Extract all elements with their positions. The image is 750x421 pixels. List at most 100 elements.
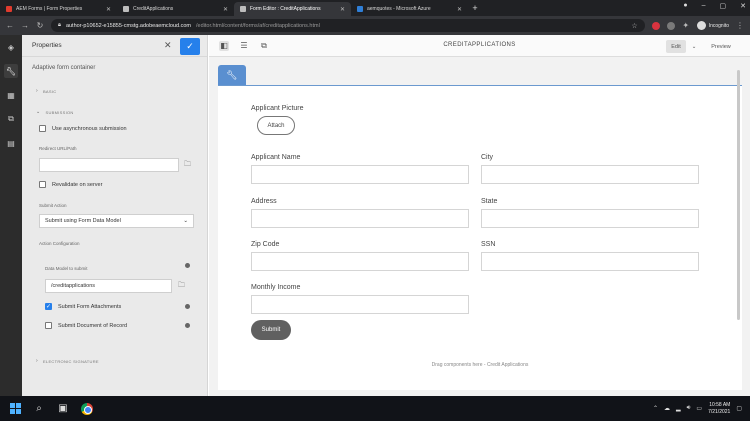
checkbox-label: Submit Document of Record (58, 322, 128, 329)
selected-value: Submit using Form Data Model (45, 218, 121, 224)
back-arrow-icon[interactable]: ← (6, 21, 14, 30)
section-electronic-signature[interactable]: › ELECTRONIC SIGNATURE (36, 358, 99, 364)
state-input[interactable] (481, 209, 699, 228)
revalidate-checkbox[interactable]: Revalidate on server (39, 181, 102, 188)
info-icon[interactable] (185, 323, 190, 328)
address-input[interactable] (251, 209, 469, 228)
applicant-picture-label: Applicant Picture (251, 105, 304, 112)
checkbox-label: Use asynchronous submission (52, 125, 127, 132)
submit-action-select[interactable]: Submit using Form Data Model ⌄ (39, 214, 194, 228)
checkbox-box[interactable] (45, 322, 52, 329)
browser-tab[interactable]: AEM Forms | Form Properties ✕ (0, 2, 117, 16)
browser-tab-active[interactable]: Form Editor : CreditApplications ✕ (234, 2, 351, 16)
new-tab-button[interactable]: + (468, 2, 482, 16)
volume-icon[interactable]: 🔊︎ (687, 405, 691, 412)
browser-tab-title: AEM Forms | Form Properties (16, 6, 83, 12)
browser-tab[interactable]: aemquotes - Microsoft Azure ✕ (351, 2, 468, 16)
ssn-label: SSN (481, 241, 496, 248)
checkmark-icon: ✓ (186, 41, 194, 51)
maximize-icon[interactable]: ▢ (720, 2, 727, 10)
minimize-icon[interactable]: – (702, 2, 706, 10)
browser-tab[interactable]: CreditApplications ✕ (117, 2, 234, 16)
components-icon[interactable]: ▤ (4, 136, 18, 150)
tab-search-icon[interactable]: ● (683, 2, 687, 10)
redirect-url-input[interactable] (39, 158, 179, 172)
folder-icon[interactable]: 🗀︎ (178, 281, 185, 292)
component-name: Adaptive form container (32, 65, 96, 71)
done-checkmark-button[interactable]: ✓ (180, 38, 200, 55)
submit-attachments-checkbox[interactable]: ✓ Submit Form Attachments (45, 303, 121, 310)
submit-button[interactable]: Submit (251, 320, 291, 340)
applicant-name-input[interactable] (251, 165, 469, 184)
system-clock[interactable]: 10:58 AM 7/21/2021 (708, 402, 730, 416)
clock-time: 10:58 AM (709, 401, 731, 408)
address-bar[interactable]: 🔒︎ author-p10652-e15855-cmstg.adobeaemcl… (51, 19, 645, 32)
editor-scrollbar[interactable] (737, 70, 740, 320)
forward-arrow-icon[interactable]: → (21, 21, 29, 30)
city-input[interactable] (481, 165, 699, 184)
page-info-icon[interactable]: ☰ (239, 41, 249, 51)
city-label: City (481, 154, 494, 161)
network-icon[interactable]: ▂ (676, 405, 681, 412)
azure-favicon-icon (357, 6, 363, 12)
chrome-taskbar-icon[interactable] (80, 402, 94, 416)
section-submission[interactable]: ⌄ SUBMISSION (36, 109, 74, 115)
close-tab-icon[interactable]: ✕ (106, 6, 111, 13)
search-icon[interactable]: ⌕ (32, 402, 46, 416)
notifications-icon[interactable]: ▢ (736, 405, 742, 412)
mode-dropdown-icon[interactable]: ⌄ (689, 40, 699, 53)
battery-icon[interactable]: ▭ (696, 405, 702, 412)
section-basic[interactable]: › BASIC (36, 88, 56, 94)
assets-icon[interactable]: ⧉ (4, 112, 18, 126)
checkbox-box[interactable] (39, 181, 46, 188)
chevron-right-icon: › (36, 358, 38, 364)
layers-icon[interactable]: ◈ (4, 40, 18, 54)
monthly-income-label: Monthly Income (251, 284, 301, 291)
close-icon[interactable]: ✕ (164, 40, 172, 51)
side-rail: ◈ 🔧︎ ▦ ⧉ ▤ (0, 35, 22, 396)
side-panel-toggle-icon[interactable]: ◧ (219, 40, 229, 51)
browser-toolbar: ← → ↻ 🔒︎ author-p10652-e15855-cmstg.adob… (0, 16, 750, 35)
task-view-icon[interactable]: ▣ (56, 402, 70, 416)
info-icon[interactable] (185, 263, 190, 268)
emulator-icon[interactable]: ⧉ (259, 41, 269, 51)
info-icon[interactable] (185, 304, 190, 309)
close-tab-icon[interactable]: ✕ (457, 6, 462, 13)
browser-menu-icon[interactable]: ⋮ (736, 21, 744, 30)
section-label: SUBMISSION (45, 109, 74, 115)
preview-mode-button[interactable]: Preview (707, 40, 735, 53)
ssn-input[interactable] (481, 252, 699, 271)
data-sources-icon[interactable]: ▦ (4, 88, 18, 102)
extension-icon[interactable] (666, 21, 675, 30)
properties-wrench-icon[interactable]: 🔧︎ (4, 64, 18, 78)
submit-dor-checkbox[interactable]: Submit Document of Record (45, 322, 127, 329)
async-submission-checkbox[interactable]: Use asynchronous submission (39, 125, 127, 132)
extensions-puzzle-icon[interactable]: ✦ (682, 21, 690, 30)
attach-button[interactable]: Attach (257, 116, 295, 135)
bookmark-star-icon[interactable]: ☆ (631, 22, 637, 30)
state-label: State (481, 198, 498, 205)
incognito-icon (696, 21, 706, 30)
cloud-icon[interactable]: ☁ (664, 405, 670, 412)
windows-start-icon[interactable] (8, 402, 22, 416)
form-container-wrench-icon[interactable]: 🔧︎ (218, 65, 246, 85)
data-model-input[interactable]: /creditapplications (45, 279, 172, 293)
incognito-indicator[interactable]: Incognito (696, 21, 729, 30)
extension-icon[interactable] (651, 21, 660, 30)
browser-tab-title: Form Editor : CreditApplications (250, 6, 321, 12)
folder-icon[interactable]: 🗀︎ (184, 160, 191, 171)
monthly-income-input[interactable] (251, 295, 469, 314)
close-window-icon[interactable]: ✕ (740, 2, 746, 10)
edit-mode-button[interactable]: Edit (666, 40, 686, 53)
browser-tab-title: CreditApplications (133, 6, 174, 12)
reload-icon[interactable]: ↻ (36, 21, 44, 30)
form-canvas[interactable] (218, 85, 742, 390)
close-tab-icon[interactable]: ✕ (223, 6, 228, 13)
close-tab-icon[interactable]: ✕ (340, 6, 345, 13)
tray-overflow-icon[interactable]: ⌃ (653, 405, 658, 412)
checkbox-box[interactable] (39, 125, 46, 132)
data-model-label: Data Model to submit (45, 266, 88, 271)
checkbox-checked[interactable]: ✓ (45, 303, 52, 310)
checkbox-label: Submit Form Attachments (58, 303, 122, 310)
zip-code-input[interactable] (251, 252, 469, 271)
